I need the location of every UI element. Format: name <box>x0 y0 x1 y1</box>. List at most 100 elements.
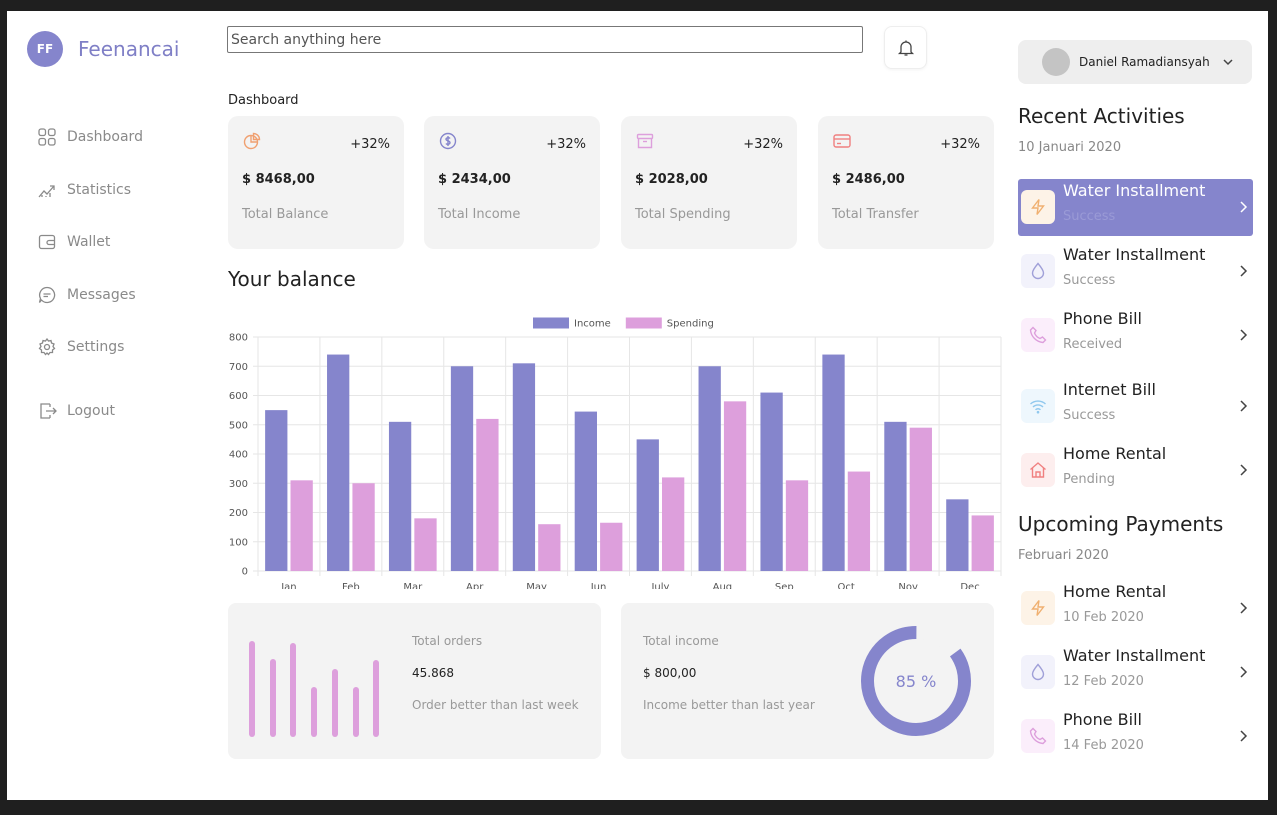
sidebar-item-label: Wallet <box>67 234 111 251</box>
progress-percent: 85 % <box>896 672 937 691</box>
stat-card-total-transfer[interactable]: +32% $ 2486,00 Total Transfer <box>818 116 994 249</box>
archive-box-icon <box>636 133 654 149</box>
sidebar-item-dashboard[interactable]: Dashboard <box>38 111 143 164</box>
bar-income <box>327 354 350 571</box>
activity-status: Success <box>1063 273 1116 288</box>
recent-activities-date: 10 Januari 2020 <box>1018 140 1122 155</box>
bar-income <box>884 421 907 571</box>
activity-item[interactable]: Water Installment Success <box>1018 179 1253 236</box>
payment-icon-box <box>1021 719 1055 753</box>
credit-card-icon <box>833 134 851 148</box>
activity-item[interactable]: Water Installment Success <box>1018 243 1253 300</box>
notifications-button[interactable] <box>884 26 927 69</box>
income-progress-ring: 85 % <box>861 626 971 736</box>
balance-title: Your balance <box>228 267 356 291</box>
gear-icon <box>38 338 56 356</box>
activity-name: Home Rental <box>1063 444 1167 463</box>
bar-spending <box>723 401 747 571</box>
chat-icon <box>38 286 56 303</box>
stat-amount: $ 2028,00 <box>635 172 708 187</box>
balance-bar-chart: 0 100 200 300 400 500 600 700 800 Jan Feb Mar Apr May… <box>229 317 1002 589</box>
search-input[interactable] <box>227 26 863 53</box>
x-tick-label: Feb <box>342 582 360 589</box>
dollar-coin-icon <box>439 132 457 150</box>
y-tick-label: 800 <box>229 333 248 344</box>
orders-bar <box>331 669 338 737</box>
activity-name: Phone Bill <box>1063 309 1142 328</box>
profile-name: Daniel Ramadiansyah <box>1079 55 1210 69</box>
payment-item[interactable]: Water Installment 12 Feb 2020 <box>1018 644 1253 701</box>
payment-name: Phone Bill <box>1063 710 1142 729</box>
income-value: $ 800,00 <box>643 666 697 680</box>
bar-income <box>450 366 474 571</box>
bar-spending <box>290 480 313 571</box>
y-tick-label: 100 <box>229 537 248 548</box>
orders-bar <box>352 687 359 737</box>
stat-label: Total Balance <box>242 207 329 222</box>
stat-card-total-income[interactable]: +32% $ 2434,00 Total Income <box>424 116 600 249</box>
activity-item[interactable]: Home Rental Pending <box>1018 442 1253 499</box>
activity-name: Internet Bill <box>1063 380 1156 399</box>
payment-icon-box <box>1021 591 1055 625</box>
x-tick-label: Aug <box>713 582 733 589</box>
payment-item[interactable]: Phone Bill 14 Feb 2020 <box>1018 708 1253 765</box>
activity-status: Received <box>1063 337 1123 352</box>
stat-percent: +32% <box>350 137 390 152</box>
sidebar-item-statistics[interactable]: Statistics <box>38 164 143 217</box>
stat-card-total-balance[interactable]: +32% $ 8468,00 Total Balance <box>228 116 404 249</box>
total-income-card: Total income $ 800,00 Income better than… <box>621 603 994 759</box>
bar-spending <box>662 477 685 571</box>
x-tick-label: Jun <box>590 582 607 589</box>
activity-item[interactable]: Phone Bill Received <box>1018 307 1253 364</box>
orders-title: Total orders <box>412 634 483 648</box>
x-tick-label: Mar <box>403 582 423 589</box>
recent-activities-title: Recent Activities <box>1018 104 1185 128</box>
y-tick-label: 200 <box>229 508 248 519</box>
x-tick-label: Oct <box>838 582 855 589</box>
activity-icon-box <box>1021 318 1055 352</box>
payment-date: 10 Feb 2020 <box>1063 610 1144 625</box>
logout-button[interactable]: Logout <box>38 401 115 421</box>
bar-spending <box>476 418 499 571</box>
activity-icon-box <box>1021 190 1055 224</box>
bar-spending <box>785 480 809 571</box>
profile-menu[interactable]: Daniel Ramadiansyah <box>1018 40 1252 84</box>
x-tick-label: July <box>650 582 669 589</box>
sidebar-nav: Dashboard Statistics Wallet Messages Set… <box>38 111 143 374</box>
bell-icon <box>897 40 914 56</box>
legend-swatch <box>625 317 662 329</box>
bar-income <box>698 366 721 571</box>
brand-logo[interactable]: FF Feenancai <box>27 31 179 67</box>
bar-spending <box>538 524 561 571</box>
y-tick-label: 600 <box>229 391 248 402</box>
orders-bar <box>290 643 297 737</box>
chevron-right-icon <box>1240 201 1248 213</box>
wallet-icon <box>38 235 56 250</box>
bar-spending <box>600 522 623 571</box>
bar-spending <box>909 427 932 571</box>
brand-name: Feenancai <box>78 37 180 61</box>
payment-item[interactable]: Home Rental 10 Feb 2020 <box>1018 580 1253 637</box>
activity-item[interactable]: Internet Bill Success <box>1018 378 1253 435</box>
payment-date: 14 Feb 2020 <box>1063 738 1144 753</box>
bar-spending <box>414 518 437 571</box>
section-title: Dashboard <box>228 93 299 108</box>
activity-icon-box <box>1021 453 1055 487</box>
stat-card-total-spending[interactable]: +32% $ 2028,00 Total Spending <box>621 116 797 249</box>
bar-income <box>760 392 783 571</box>
y-tick-label: 500 <box>229 420 248 431</box>
y-tick-label: 300 <box>229 479 248 490</box>
sidebar-item-wallet[interactable]: Wallet <box>38 216 143 269</box>
orders-bar <box>249 641 255 737</box>
payment-icon-box <box>1021 655 1055 689</box>
chevron-right-icon <box>1240 602 1248 614</box>
x-tick-label: Jan <box>280 582 296 589</box>
activity-icon-box <box>1021 389 1055 423</box>
water-drop-icon <box>1031 663 1045 681</box>
sidebar-item-settings[interactable]: Settings <box>38 321 143 374</box>
sidebar-item-label: Statistics <box>67 181 131 198</box>
sidebar-item-messages[interactable]: Messages <box>38 269 143 322</box>
sidebar-item-label: Messages <box>67 286 136 303</box>
x-tick-label: Apr <box>466 582 484 589</box>
chart-trend-icon <box>38 185 55 198</box>
